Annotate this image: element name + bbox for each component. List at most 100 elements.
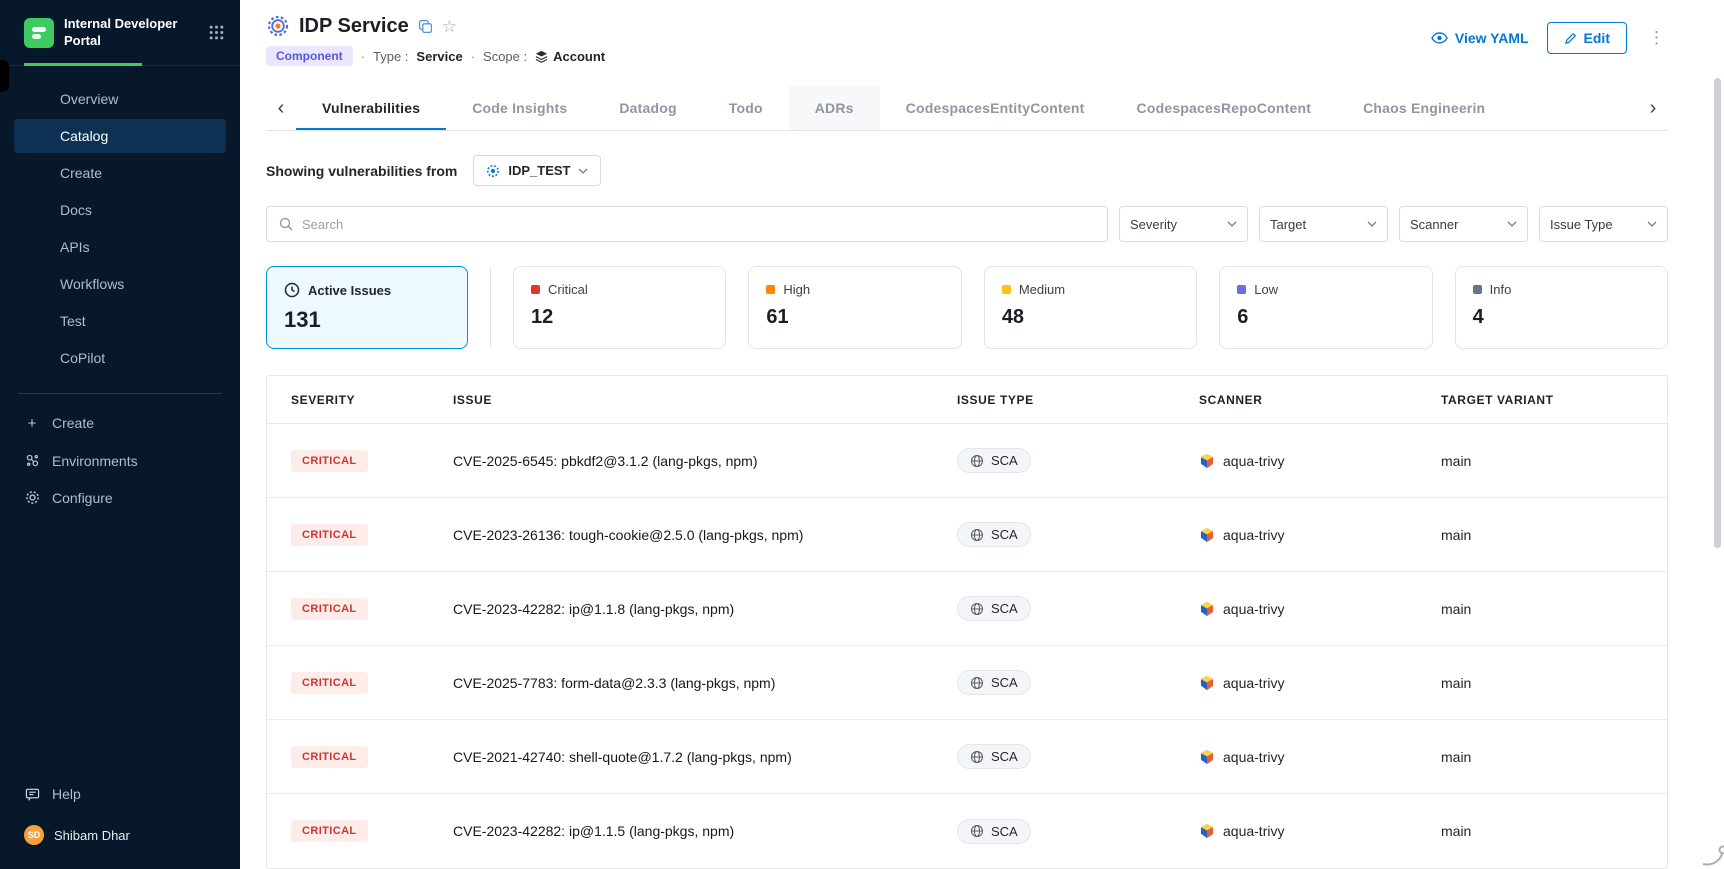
service-gear-icon — [266, 14, 290, 38]
info-card[interactable]: Info 4 — [1455, 266, 1668, 349]
sidebar-item-catalog[interactable]: Catalog — [14, 119, 226, 153]
type-value: Service — [416, 49, 462, 64]
issue-type-badge: SCA — [957, 670, 1031, 695]
chevron-down-icon — [578, 168, 588, 174]
table-row[interactable]: CRITICAL CVE-2021-42740: shell-quote@1.7… — [267, 720, 1667, 794]
page-scrollbar[interactable] — [1714, 78, 1721, 548]
sidebar-nav: Overview Catalog Create Docs APIs Workfl… — [0, 66, 240, 375]
edit-button[interactable]: Edit — [1547, 22, 1627, 54]
sidebar-collapse-handle[interactable] — [0, 60, 9, 92]
issue-type-filter[interactable]: Issue Type — [1539, 206, 1668, 242]
issue-type-badge: SCA — [957, 448, 1031, 473]
user-name: Shibam Dhar — [54, 828, 130, 843]
high-dot — [766, 285, 775, 294]
table-row[interactable]: CRITICAL CVE-2025-6545: pbkdf2@3.1.2 (la… — [267, 424, 1667, 498]
active-issues-card[interactable]: Active Issues 131 — [266, 266, 468, 349]
environments-icon — [24, 453, 40, 468]
clock-icon — [284, 282, 300, 298]
issue-type-badge: SCA — [957, 744, 1031, 769]
sidebar-item-environments[interactable]: Environments — [14, 444, 226, 478]
table-row[interactable]: CRITICAL CVE-2023-42282: ip@1.1.8 (lang-… — [267, 572, 1667, 646]
tab-todo[interactable]: Todo — [703, 86, 789, 130]
help-chat-icon — [24, 787, 40, 802]
sidebar-item-docs[interactable]: Docs — [14, 193, 226, 227]
target-variant: main — [1441, 675, 1667, 691]
tab-code-insights[interactable]: Code Insights — [446, 86, 593, 130]
sidebar-item-create[interactable]: Create — [14, 156, 226, 190]
project-dropdown[interactable]: IDP_TEST — [473, 155, 601, 186]
sidebar-environments-label: Environments — [52, 453, 138, 469]
high-value: 61 — [766, 306, 943, 329]
target-variant: main — [1441, 749, 1667, 765]
gear-icon — [24, 490, 40, 505]
col-target-variant: TARGET VARIANT — [1441, 393, 1667, 407]
tab-codespaces-entity-content[interactable]: CodespacesEntityContent — [880, 86, 1111, 130]
showing-label: Showing vulnerabilities from — [266, 163, 457, 179]
trivy-icon — [1199, 601, 1215, 617]
issue-text: CVE-2021-42740: shell-quote@1.7.2 (lang-… — [453, 749, 957, 765]
high-label: High — [783, 282, 810, 297]
sidebar-bottom-group: + Create Environments Configure — [0, 406, 240, 515]
sidebar-item-workflows[interactable]: Workflows — [14, 267, 226, 301]
severity-filter[interactable]: Severity — [1119, 206, 1248, 242]
table-row[interactable]: CRITICAL CVE-2023-42282: ip@1.1.5 (lang-… — [267, 794, 1667, 868]
critical-card[interactable]: Critical 12 — [513, 266, 726, 349]
critical-dot — [531, 285, 540, 294]
table-row[interactable]: CRITICAL CVE-2025-7783: form-data@2.3.3 … — [267, 646, 1667, 720]
tab-codespaces-repo-content[interactable]: CodespacesRepoContent — [1111, 86, 1338, 130]
sidebar-item-configure[interactable]: Configure — [14, 481, 226, 515]
info-dot — [1473, 285, 1482, 294]
sidebar-item-test[interactable]: Test — [14, 304, 226, 338]
tab-scroll-right-icon[interactable]: › — [1638, 86, 1668, 130]
col-issue: ISSUE — [453, 393, 957, 407]
target-filter[interactable]: Target — [1259, 206, 1388, 242]
star-icon[interactable]: ☆ — [442, 18, 457, 35]
issue-text: CVE-2023-42282: ip@1.1.5 (lang-pkgs, npm… — [453, 823, 957, 839]
severity-badge: CRITICAL — [291, 820, 368, 842]
search-input[interactable] — [302, 217, 1095, 232]
apps-grid-icon[interactable] — [209, 25, 224, 40]
search-icon — [279, 217, 293, 231]
tab-adrs[interactable]: ADRs — [789, 86, 880, 130]
sidebar-item-apis[interactable]: APIs — [14, 230, 226, 264]
sidebar-item-copilot[interactable]: CoPilot — [14, 341, 226, 375]
stats-divider — [490, 268, 491, 347]
copy-icon[interactable] — [418, 19, 433, 34]
issue-text: CVE-2025-7783: form-data@2.3.3 (lang-pkg… — [453, 675, 957, 691]
web-icon — [970, 528, 984, 542]
sidebar-item-overview[interactable]: Overview — [14, 82, 226, 116]
stats-row: Active Issues 131 Critical 12 High 61 — [266, 266, 1668, 349]
tab-chaos-engineering[interactable]: Chaos Engineerin — [1337, 86, 1511, 130]
sidebar-footer: Help SD Shibam Dhar — [0, 777, 240, 869]
scanner-filter[interactable]: Scanner — [1399, 206, 1528, 242]
sidebar-create-button[interactable]: + Create — [14, 406, 226, 441]
sidebar-configure-label: Configure — [52, 490, 113, 506]
chevron-down-icon — [1367, 221, 1377, 227]
help-button[interactable]: Help — [14, 777, 226, 811]
showing-row: Showing vulnerabilities from IDP_TEST — [266, 155, 1668, 186]
table-row[interactable]: CRITICAL CVE-2023-26136: tough-cookie@2.… — [267, 498, 1667, 572]
scanner-cell: aqua-trivy — [1199, 823, 1441, 839]
tab-scroll-left-icon[interactable]: ‹ — [266, 86, 296, 130]
help-widget-icon[interactable] — [1700, 842, 1724, 869]
kebab-menu-icon[interactable]: ⋮ — [1645, 28, 1668, 48]
help-label: Help — [52, 786, 81, 802]
medium-card[interactable]: Medium 48 — [984, 266, 1197, 349]
severity-badge: CRITICAL — [291, 450, 368, 472]
type-label: Type : — [373, 49, 408, 64]
tab-vulnerabilities[interactable]: Vulnerabilities — [296, 86, 446, 130]
high-card[interactable]: High 61 — [748, 266, 961, 349]
issue-text: CVE-2025-6545: pbkdf2@3.1.2 (lang-pkgs, … — [453, 453, 957, 469]
brand-accent-bar — [24, 63, 142, 66]
component-chip: Component — [266, 46, 353, 66]
chevron-down-icon — [1227, 221, 1237, 227]
sidebar-divider — [18, 393, 222, 394]
target-variant: main — [1441, 601, 1667, 617]
scanner-cell: aqua-trivy — [1199, 675, 1441, 691]
view-yaml-button[interactable]: View YAML — [1431, 30, 1529, 46]
tab-datadog[interactable]: Datadog — [593, 86, 702, 130]
low-value: 6 — [1237, 306, 1414, 329]
user-menu[interactable]: SD Shibam Dhar — [14, 813, 226, 857]
low-card[interactable]: Low 6 — [1219, 266, 1432, 349]
meta-separator: · — [471, 49, 475, 64]
